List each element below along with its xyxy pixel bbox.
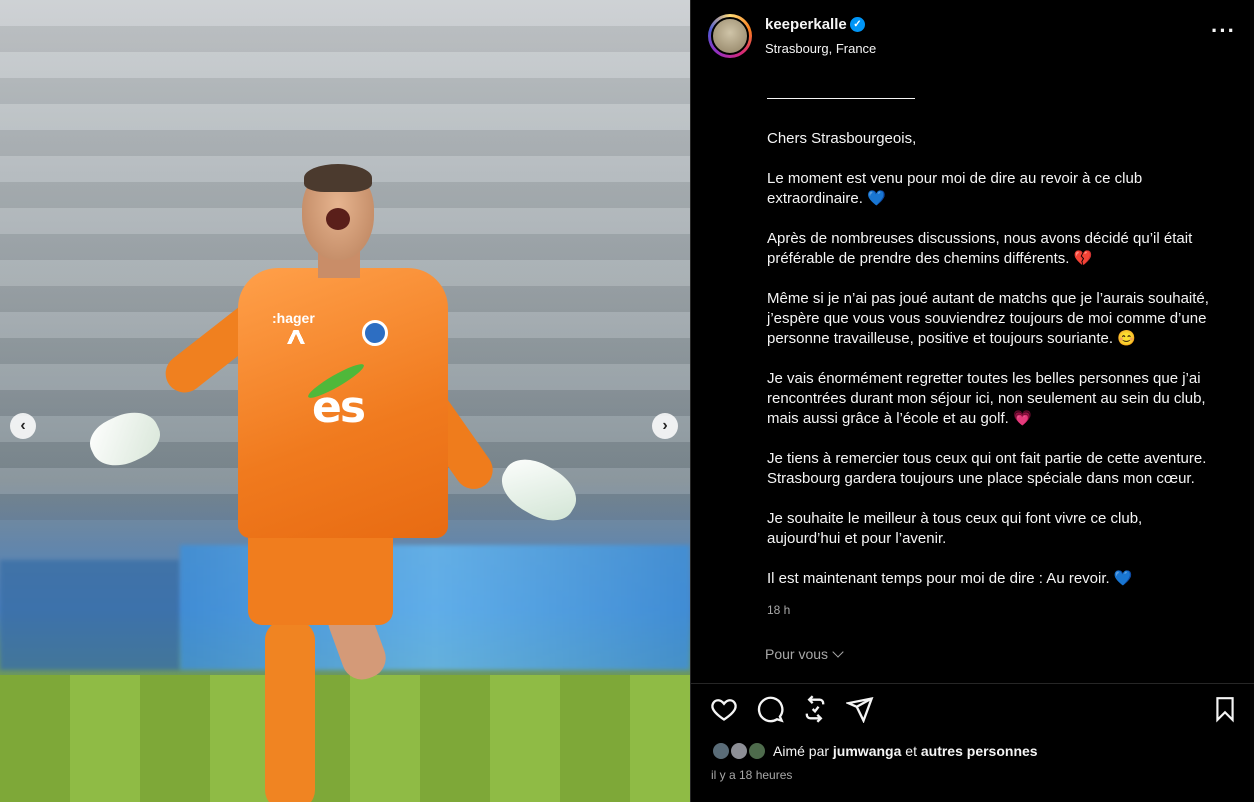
liked-by-avatars[interactable] [711,741,769,761]
club-crest-icon [362,320,388,346]
liked-by-user-link[interactable]: jumwanga [833,743,901,759]
avatar[interactable] [711,17,749,55]
keeper-shorts [248,530,393,625]
keeper-mouth [326,208,350,230]
keeper-hair [304,164,372,192]
liked-by-text: Aimé par jumwanga et autres personnes [773,743,1038,759]
liked-by-prefix: Aimé par [773,743,830,759]
caption-paragraph: Même si je n’ai pas joué autant de match… [767,290,1209,347]
keeper-glove-left [83,402,167,476]
caption-paragraph: Chers Strasbourgeois, [767,130,917,147]
chevron-down-icon [832,646,844,658]
post-header: keeperkalle ✓ Strasbourg, France ··· [691,0,1255,72]
caption-paragraph: Je souhaite le meilleur à tous ceux qui … [767,510,1143,547]
divider [691,683,1255,684]
like-heart-icon[interactable] [710,695,738,723]
keeper-glove-right [492,448,586,532]
caption-rule [767,86,915,99]
caption-paragraph: Après de nombreuses discussions, nous av… [767,230,1193,267]
bookmark-icon[interactable] [1212,695,1238,723]
comment-icon[interactable] [756,695,784,723]
carousel-prev-button[interactable]: ‹ [10,413,36,439]
more-options-icon[interactable]: ··· [1211,20,1236,42]
post-caption: Chers Strasbourgeois, Le moment est venu… [767,86,1237,609]
verified-badge-icon: ✓ [850,17,865,32]
liked-by-others-link[interactable]: autres personnes [921,743,1038,759]
location-link[interactable]: Strasbourg, France [765,41,876,56]
post-timestamp[interactable]: il y a 18 heures [711,768,792,782]
for-you-label: Pour vous [765,646,829,662]
liked-by-and: et [905,743,917,759]
avatar [729,741,749,761]
jersey-sponsor: :hager [272,310,315,326]
caption-timestamp[interactable]: 18 h [767,603,790,617]
carousel-next-button[interactable]: › [652,413,678,439]
for-you-dropdown[interactable]: Pour vous [765,646,844,662]
username-link[interactable]: keeperkalle [765,16,847,33]
share-icon[interactable] [846,695,874,723]
caption-paragraph: Je vais énormément regretter toutes les … [767,370,1206,427]
repost-icon[interactable] [801,695,829,723]
caption-paragraph: Le moment est venu pour moi de dire au r… [767,170,1143,207]
caption-paragraph: Je tiens à remercier tous ceux qui ont f… [767,450,1207,487]
jersey-logo: es [312,382,366,433]
post-photo[interactable]: :hager es ‹ › [0,0,690,802]
goalkeeper-figure: :hager es [80,160,586,802]
window-edge [1254,0,1260,802]
keeper-leg-left [265,620,315,802]
jersey-brand-icon [285,330,307,344]
caption-paragraph: Il est maintenant temps pour moi de dire… [767,570,1133,587]
avatar [747,741,767,761]
post-side-panel: keeperkalle ✓ Strasbourg, France ··· Che… [690,0,1255,802]
avatar [711,741,731,761]
